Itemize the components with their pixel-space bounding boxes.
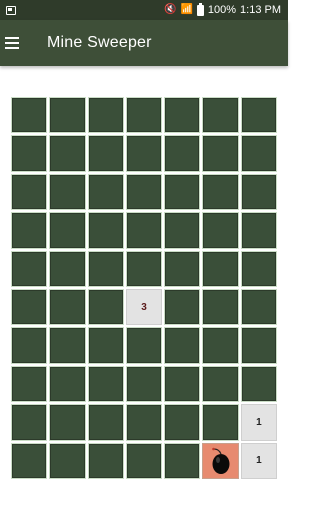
board-cell-hidden[interactable] bbox=[164, 289, 201, 326]
board-cell-hidden[interactable] bbox=[87, 365, 124, 403]
board-cell-hidden[interactable] bbox=[164, 97, 201, 134]
board-cell-hidden[interactable] bbox=[11, 442, 48, 479]
board-cell-hidden[interactable] bbox=[125, 404, 163, 441]
board-cell-hidden[interactable] bbox=[11, 289, 48, 326]
board-cell-hidden[interactable] bbox=[202, 212, 239, 249]
status-left bbox=[6, 5, 16, 15]
board-cell-hidden[interactable] bbox=[202, 135, 239, 172]
board-cell-hidden[interactable] bbox=[11, 365, 48, 403]
board-cell-hidden[interactable] bbox=[49, 404, 86, 441]
board-cell-hidden[interactable] bbox=[49, 173, 86, 211]
minefield-board: 3 1 1 bbox=[9, 95, 279, 481]
board-cell-hidden[interactable] bbox=[164, 212, 201, 249]
board-cell-hidden[interactable] bbox=[240, 327, 277, 364]
board-cell-number[interactable]: 1 bbox=[240, 442, 277, 479]
board-cell-hidden[interactable] bbox=[87, 212, 124, 249]
cell-count: 3 bbox=[141, 301, 147, 313]
board-cell-hidden[interactable] bbox=[11, 97, 48, 134]
board-cell-hidden[interactable] bbox=[125, 442, 163, 479]
notification-icon bbox=[6, 5, 16, 15]
board-cell-hidden[interactable] bbox=[49, 365, 86, 403]
cell-count: 1 bbox=[256, 416, 262, 428]
board-cell-hidden[interactable] bbox=[125, 97, 163, 134]
board-cell-hidden[interactable] bbox=[240, 212, 277, 249]
board-cell-number[interactable]: 1 bbox=[240, 404, 277, 441]
battery-level: 100% bbox=[207, 4, 237, 16]
board-cell-hidden[interactable] bbox=[87, 404, 124, 441]
board-cell-hidden[interactable] bbox=[87, 97, 124, 134]
wifi-icon: 📶 bbox=[180, 4, 193, 15]
board-cell-hidden[interactable] bbox=[164, 404, 201, 441]
board-cell-hidden[interactable] bbox=[202, 289, 239, 326]
board-cell-hidden[interactable] bbox=[202, 404, 239, 441]
board-cell-hidden[interactable] bbox=[240, 135, 277, 172]
bomb-icon bbox=[211, 447, 230, 474]
board-cell-hidden[interactable] bbox=[49, 250, 86, 287]
board-cell-hidden[interactable] bbox=[87, 442, 124, 479]
board-cell-hidden[interactable] bbox=[240, 173, 277, 211]
board-cell-hidden[interactable] bbox=[164, 250, 201, 287]
board-cell-hidden[interactable] bbox=[87, 173, 124, 211]
menu-icon bbox=[5, 37, 19, 49]
board-cell-hidden[interactable] bbox=[87, 135, 124, 172]
board-cell-hidden[interactable] bbox=[164, 327, 201, 364]
clock: 1:13 PM bbox=[240, 4, 281, 16]
app-title: Mine Sweeper bbox=[47, 34, 152, 51]
board-cell-hidden[interactable] bbox=[49, 289, 86, 326]
board-cell-hidden[interactable] bbox=[11, 173, 48, 211]
board-cell-mine[interactable] bbox=[202, 442, 239, 479]
board-cell-hidden[interactable] bbox=[11, 250, 48, 287]
mute-icon: 🔇 bbox=[163, 4, 177, 15]
status-right: 🔇 📶 100% 1:13 PM bbox=[163, 2, 281, 16]
board-cell-hidden[interactable] bbox=[49, 442, 86, 479]
board-cell-hidden[interactable] bbox=[240, 250, 277, 287]
board-cell-hidden[interactable] bbox=[49, 135, 86, 172]
board-cell-hidden[interactable] bbox=[11, 135, 48, 172]
board-cell-hidden[interactable] bbox=[240, 289, 277, 326]
board-cell-hidden[interactable] bbox=[125, 212, 163, 249]
board-cell-number[interactable]: 3 bbox=[125, 289, 163, 326]
menu-button[interactable] bbox=[0, 20, 36, 66]
board-cell-hidden[interactable] bbox=[87, 327, 124, 364]
board-cell-hidden[interactable] bbox=[125, 173, 163, 211]
board-cell-hidden[interactable] bbox=[202, 327, 239, 364]
status-bar: 🔇 📶 100% 1:13 PM bbox=[0, 0, 288, 20]
board-cell-hidden[interactable] bbox=[125, 135, 163, 172]
board-cell-hidden[interactable] bbox=[164, 135, 201, 172]
board-cell-hidden[interactable] bbox=[202, 97, 239, 134]
board-cell-hidden[interactable] bbox=[125, 250, 163, 287]
board-cell-hidden[interactable] bbox=[87, 250, 124, 287]
board-cell-hidden[interactable] bbox=[202, 365, 239, 403]
board-cell-hidden[interactable] bbox=[125, 327, 163, 364]
board-cell-hidden[interactable] bbox=[164, 442, 201, 479]
board-cell-hidden[interactable] bbox=[125, 365, 163, 403]
board-cell-hidden[interactable] bbox=[202, 173, 239, 211]
board-cell-hidden[interactable] bbox=[240, 365, 277, 403]
board-cell-hidden[interactable] bbox=[87, 289, 124, 326]
battery-icon bbox=[196, 2, 204, 16]
board-cell-hidden[interactable] bbox=[164, 365, 201, 403]
cell-count: 1 bbox=[256, 455, 262, 467]
board-cell-hidden[interactable] bbox=[11, 327, 48, 364]
board-cell-hidden[interactable] bbox=[11, 404, 48, 441]
board-cell-hidden[interactable] bbox=[11, 212, 48, 249]
board-cell-hidden[interactable] bbox=[49, 327, 86, 364]
board-cell-hidden[interactable] bbox=[49, 212, 86, 249]
board-cell-hidden[interactable] bbox=[49, 97, 86, 134]
board-cell-hidden[interactable] bbox=[240, 97, 277, 134]
board-cell-hidden[interactable] bbox=[164, 173, 201, 211]
app-bar: Mine Sweeper bbox=[0, 20, 288, 66]
board-cell-hidden[interactable] bbox=[202, 250, 239, 287]
